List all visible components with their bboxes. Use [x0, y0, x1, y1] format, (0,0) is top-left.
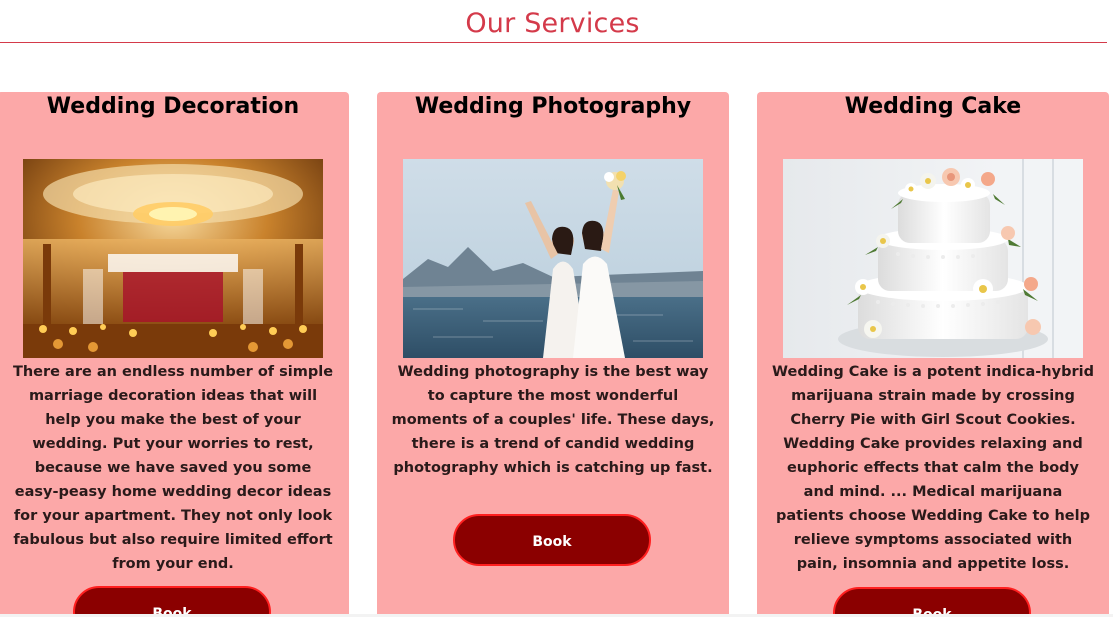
wedding-decoration-image [23, 159, 323, 358]
card-description: Wedding photography is the best way to c… [391, 364, 715, 476]
service-card-wedding-decoration: Wedding Decoration There are an endless … [0, 92, 349, 617]
service-card-wedding-photography: Wedding Photography Wedding photography … [377, 92, 729, 617]
wedding-cake-image [783, 159, 1083, 358]
book-button[interactable]: Book [453, 514, 651, 566]
service-card-wedding-cake: Wedding Cake Wedding Cake is a potent in… [757, 92, 1109, 617]
card-description: There are an endless number of simple ma… [12, 364, 334, 572]
services-page: Our Services Wedding Decoration There ar… [0, 0, 1113, 617]
card-description: Wedding Cake is a potent indica-hybrid m… [772, 364, 1094, 572]
card-title: Wedding Photography [414, 94, 692, 119]
wedding-photography-image [403, 159, 703, 358]
card-title: Wedding Cake [844, 94, 1022, 119]
title-divider [0, 42, 1107, 43]
card-title: Wedding Decoration [46, 94, 300, 119]
book-button[interactable]: Book [833, 587, 1031, 617]
section-title: Our Services [465, 8, 640, 39]
book-button[interactable]: Book [73, 586, 271, 617]
